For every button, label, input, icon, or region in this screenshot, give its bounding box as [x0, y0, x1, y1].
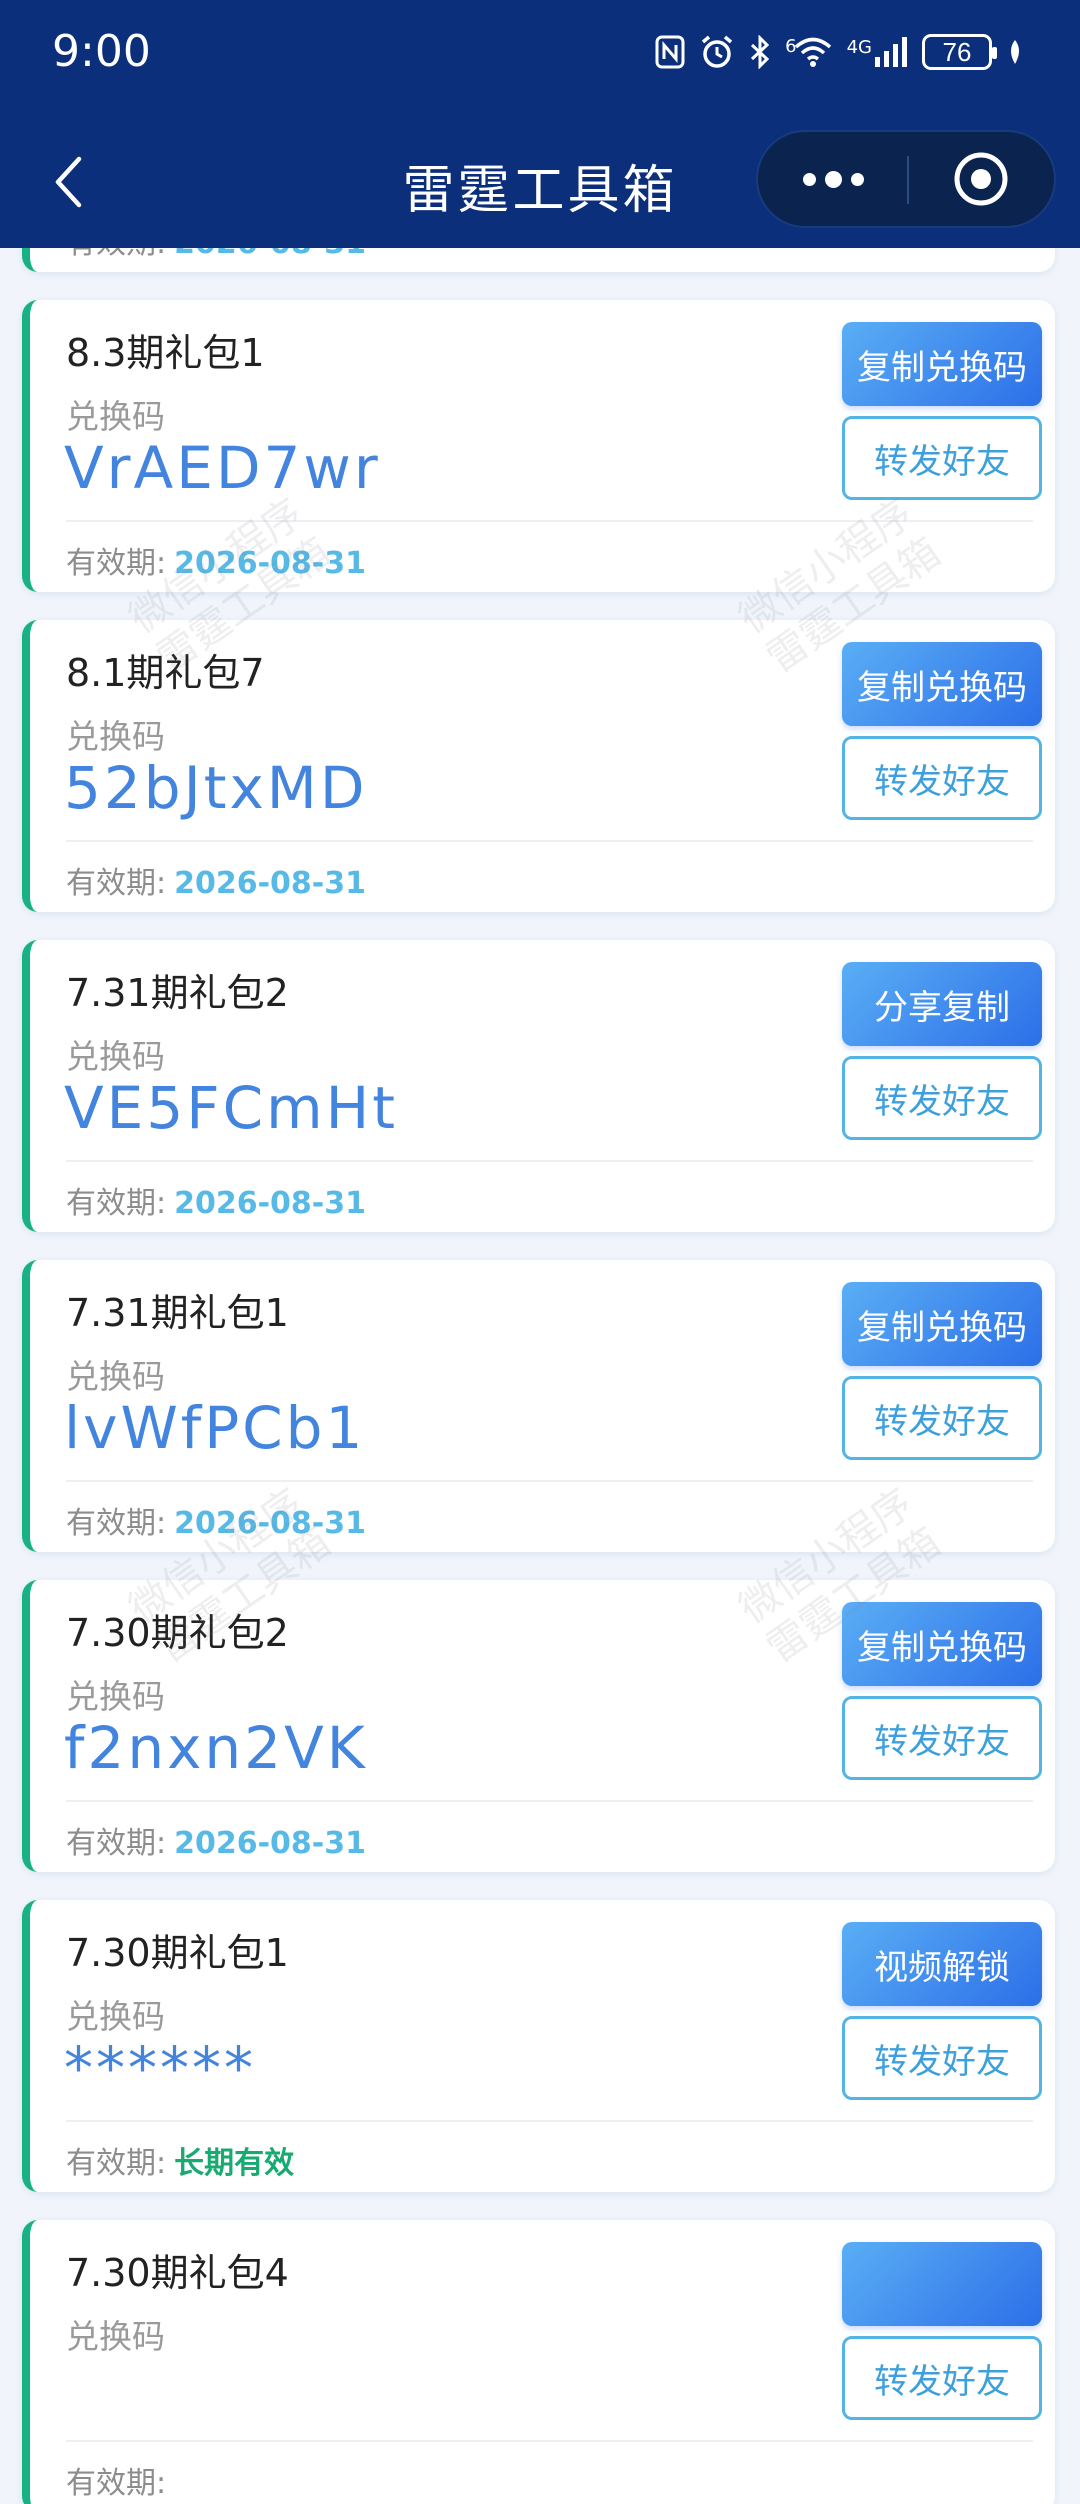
forward-friend-button[interactable]: 转发好友 — [842, 736, 1042, 820]
copy-code-button[interactable]: 视频解锁 — [842, 1922, 1042, 2006]
card-divider — [66, 2440, 1033, 2442]
code-label: 兑换码 — [66, 717, 165, 756]
validity-value: 2026-08-31 — [174, 1186, 367, 1221]
forward-friend-button[interactable]: 转发好友 — [842, 2336, 1042, 2420]
validity: 有效期:2026-08-31 — [66, 1498, 366, 1542]
gift-card: 7.31期礼包1 兑换码 lvWfPCb1 有效期: 2026-08-31 复制兑换码转发… — [22, 1260, 1055, 1552]
redeem-code: f2nxn2VK — [64, 1714, 368, 1782]
validity-value: 2026-08-31 — [174, 1826, 367, 1861]
gift-code-list-content: 8.3期礼包5兑换码pqFEBEOB有效期:2026-08-31分享复制转发好友… — [0, 248, 1080, 2504]
validity: 有效期:2026-08-31 — [66, 1818, 366, 1862]
gift-title: 7.30期礼包1 — [66, 1931, 289, 1975]
copy-code-button[interactable]: 复制兑换码 — [842, 642, 1042, 726]
wifi-icon: 6 — [785, 36, 832, 68]
validity: 有效期: 长期有效 — [66, 2138, 294, 2182]
gift-card: 7.30期礼包4 兑换码有效期: 转发好友 — [22, 2220, 1055, 2504]
bluetooth-icon — [749, 35, 771, 69]
gift-title: 8.1期礼包7 — [66, 651, 265, 695]
validity: 有效期: 2026-08-31 — [66, 248, 366, 262]
forward-friend-button[interactable]: 转发好友 — [842, 1056, 1042, 1140]
card-divider — [66, 1160, 1033, 1162]
code-label: 兑换码 — [66, 1677, 165, 1716]
more-dot-icon — [850, 172, 864, 186]
card-divider — [66, 840, 1033, 842]
battery-level: 76 — [942, 36, 972, 67]
code-label: 兑换码 — [66, 1357, 165, 1396]
validity-label: 有效期: — [66, 1186, 167, 1221]
redeem-code: ****** — [64, 2034, 256, 2102]
nav-bar: 雷霆工具箱 — [0, 130, 1080, 234]
validity: 有效期: — [66, 2458, 174, 2502]
card-divider — [66, 1800, 1033, 1802]
close-miniprogram-button[interactable] — [908, 132, 1054, 226]
copy-code-button[interactable] — [842, 2242, 1042, 2326]
gift-card: 8.3期礼包5兑换码pqFEBEOB有效期:2026-08-31分享复制转发好友 — [22, 248, 1055, 272]
code-label: 兑换码 — [66, 1037, 165, 1076]
code-label: 兑换码 — [66, 397, 165, 436]
nfc-icon — [655, 35, 685, 69]
gift-card: 8.3期礼包1 兑换码 VrAED7wr 有效期: 2026-08-31 复制兑换码转发好… — [22, 300, 1055, 592]
validity-value: 2026-08-31 — [174, 1506, 367, 1541]
status-icons: 6 4G 76 — [655, 28, 1024, 76]
gift-title: 7.30期礼包4 — [66, 2251, 289, 2295]
redeem-code: lvWfPCb1 — [64, 1394, 366, 1462]
card-divider — [66, 1480, 1033, 1482]
code-label: 兑换码 — [66, 1997, 165, 2036]
validity-label: 有效期: — [66, 2146, 167, 2181]
validity: 有效期:2026-08-31 — [66, 538, 366, 582]
validity-label: 有效期: — [66, 1826, 167, 1861]
target-icon — [954, 152, 1008, 206]
network-type: 4G — [846, 37, 872, 58]
redeem-code: VrAED7wr — [64, 434, 381, 502]
alarm-icon — [699, 34, 735, 70]
validity: 有效期:2026-08-31 — [66, 858, 366, 902]
gift-card: 8.1期礼包7 兑换码 52bJtxMD 有效期: 2026-08-31 复制兑换码转发好… — [22, 620, 1055, 912]
leaf-icon — [1006, 38, 1024, 66]
gift-title: 7.30期礼包2 — [66, 1611, 289, 1655]
more-button[interactable] — [758, 132, 908, 226]
card-divider — [66, 2120, 1033, 2122]
forward-friend-button[interactable]: 转发好友 — [842, 1696, 1042, 1780]
copy-code-button[interactable]: 复制兑换码 — [842, 1602, 1042, 1686]
gift-title: 7.31期礼包1 — [66, 1291, 289, 1335]
validity: 有效期:2026-08-31 — [66, 1178, 366, 1222]
battery-icon: 76 — [922, 34, 997, 70]
copy-code-button[interactable]: 复制兑换码 — [842, 322, 1042, 406]
validity-label: 有效期: — [66, 866, 167, 901]
cellular-signal-icon: 4G — [847, 37, 908, 67]
forward-friend-button[interactable]: 转发好友 — [842, 1376, 1042, 1460]
copy-code-button[interactable]: 复制兑换码 — [842, 1282, 1042, 1366]
validity-value: 2026-08-31 — [174, 546, 367, 581]
gift-card: 7.30期礼包2 兑换码 f2nxn2VK 有效期: 2026-08-31 复制兑换码转发… — [22, 1580, 1055, 1872]
status-time: 9:00 — [52, 26, 151, 77]
validity-label: 有效期: — [66, 2466, 167, 2501]
status-bar: 9:00 6 4G 76 — [0, 0, 1080, 100]
gift-title: 8.3期礼包1 — [66, 331, 265, 375]
validity-label: 有效期: — [66, 1506, 167, 1541]
more-dot-icon — [802, 172, 816, 186]
forward-friend-button[interactable]: 转发好友 — [842, 416, 1042, 500]
app-header: 9:00 6 4G 76 雷霆工具箱 — [0, 0, 1080, 248]
validity-value: 长期有效 — [174, 2146, 295, 2181]
gift-code-list[interactable]: 8.3期礼包5兑换码pqFEBEOB有效期:2026-08-31分享复制转发好友… — [0, 248, 1080, 2504]
validity-label: 有效期: — [66, 248, 166, 261]
forward-friend-button[interactable]: 转发好友 — [842, 2016, 1042, 2100]
redeem-code: VE5FCmHt — [64, 1074, 398, 1142]
validity-value: 2026-08-31 — [174, 866, 367, 901]
miniprogram-capsule — [756, 130, 1056, 228]
redeem-code: 52bJtxMD — [64, 754, 368, 822]
more-dot-icon — [824, 170, 842, 188]
gift-card: 7.31期礼包2 兑换码 VE5FCmHt 有效期: 2026-08-31 分享复制转发好… — [22, 940, 1055, 1232]
card-divider — [66, 520, 1033, 522]
copy-code-button[interactable]: 分享复制 — [842, 962, 1042, 1046]
gift-card: 7.30期礼包1 兑换码 ****** 有效期: 长期有效 视频解锁转发好友 — [22, 1900, 1055, 2192]
code-label: 兑换码 — [66, 2317, 165, 2356]
validity-label: 有效期: — [66, 546, 167, 581]
validity-value: 2026-08-31 — [174, 248, 366, 261]
gift-title: 7.31期礼包2 — [66, 971, 289, 1015]
